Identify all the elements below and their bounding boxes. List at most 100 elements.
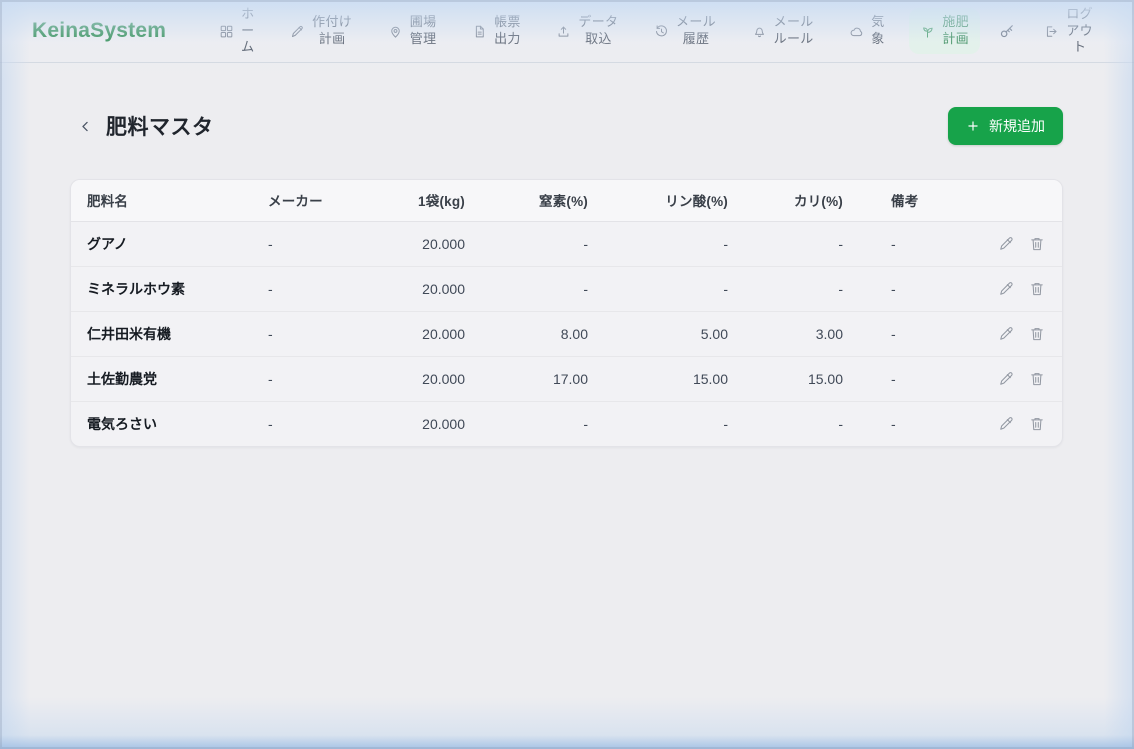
chevron-left-icon (78, 119, 93, 134)
trash-icon (1028, 370, 1046, 388)
nav-item-mail-rules[interactable]: メール ルール (741, 8, 825, 54)
fertilizer-table-card: 肥料名 メーカー 1袋(kg) 窒素(%) リン酸(%) カリ(%) 備考 グア… (70, 179, 1063, 447)
cell-phosphate: - (604, 401, 744, 446)
cell-bag-kg: 20.000 (362, 221, 481, 266)
cell-fertilizer-name: グアノ (71, 221, 252, 266)
nav-item-label: 帳票 出力 (494, 14, 521, 48)
column-header (958, 180, 1062, 221)
column-header: リン酸(%) (604, 180, 744, 221)
pencil-icon (997, 280, 1015, 298)
cell-fertilizer-name: 土佐勤農党 (71, 356, 252, 401)
nav-item-home[interactable]: ホ ー ム (208, 0, 265, 62)
app-header: KeinaSystem ホ ー ム 作付け 計画 圃場 管理 帳票 出力 データ… (0, 0, 1134, 63)
pencil-icon (290, 24, 305, 39)
nav-item-key[interactable] (994, 16, 1020, 46)
nav-item-label: メール ルール (774, 14, 814, 48)
cell-bag-kg: 20.000 (362, 401, 481, 446)
table-row: 仁井田米有機 - 20.000 8.00 5.00 3.00 - (71, 311, 1062, 356)
table-row: 土佐勤農党 - 20.000 17.00 15.00 15.00 - (71, 356, 1062, 401)
nav-item-field-management[interactable]: 圃場 管理 (377, 8, 448, 54)
nav-item-logout[interactable]: ログ アウ ト (1033, 0, 1104, 62)
nav-item-report-output[interactable]: 帳票 出力 (461, 8, 532, 54)
main-nav: ホ ー ム 作付け 計画 圃場 管理 帳票 出力 データ 取込 メール 履歴 メ… (208, 0, 1104, 62)
edit-row-button[interactable] (997, 415, 1015, 433)
nav-item-label: 作付け 計画 (312, 14, 352, 48)
delete-row-button[interactable] (1028, 325, 1046, 343)
nav-item-planting-plan[interactable]: 作付け 計画 (279, 8, 363, 54)
cell-actions (958, 311, 1062, 356)
nav-item-label: ホ ー ム (241, 6, 254, 57)
back-button[interactable] (72, 113, 98, 139)
history-icon (654, 24, 669, 39)
page-head: 肥料マスタ 新規追加 (70, 97, 1063, 155)
trash-icon (1028, 415, 1046, 433)
cell-fertilizer-name: 電気ろさい (71, 401, 252, 446)
add-new-button-label: 新規追加 (989, 116, 1045, 136)
cell-potassium: - (744, 221, 859, 266)
cell-nitrogen: 17.00 (481, 356, 604, 401)
brand-logo[interactable]: KeinaSystem (32, 19, 166, 43)
delete-row-button[interactable] (1028, 370, 1046, 388)
cell-actions (958, 221, 1062, 266)
nav-item-fertilization-plan[interactable]: 施肥 計画 (909, 8, 980, 54)
cell-bag-kg: 20.000 (362, 356, 481, 401)
delete-row-button[interactable] (1028, 280, 1046, 298)
upload-icon (556, 24, 571, 39)
nav-item-label: 施肥 計画 (942, 14, 969, 48)
nav-item-data-import[interactable]: データ 取込 (545, 8, 629, 54)
nav-item-label: ログ アウ ト (1066, 6, 1093, 57)
cell-note: - (859, 356, 958, 401)
nav-item-mail-history[interactable]: メール 履歴 (643, 8, 727, 54)
nav-item-label: データ 取込 (578, 14, 618, 48)
cell-nitrogen: 8.00 (481, 311, 604, 356)
cell-bag-kg: 20.000 (362, 266, 481, 311)
delete-row-button[interactable] (1028, 415, 1046, 433)
cell-phosphate: 5.00 (604, 311, 744, 356)
pencil-icon (997, 415, 1015, 433)
nav-item-weather[interactable]: 気 象 (838, 8, 895, 54)
trash-icon (1028, 280, 1046, 298)
table-row: ミネラルホウ素 - 20.000 - - - - (71, 266, 1062, 311)
cell-nitrogen: - (481, 221, 604, 266)
cell-nitrogen: - (481, 401, 604, 446)
cell-maker: - (252, 266, 362, 311)
pencil-icon (997, 370, 1015, 388)
cell-potassium: - (744, 266, 859, 311)
table-row: グアノ - 20.000 - - - - (71, 221, 1062, 266)
table-header-row: 肥料名 メーカー 1袋(kg) 窒素(%) リン酸(%) カリ(%) 備考 (71, 180, 1062, 221)
cell-potassium: 15.00 (744, 356, 859, 401)
column-header: メーカー (252, 180, 362, 221)
column-header: 窒素(%) (481, 180, 604, 221)
edit-row-button[interactable] (997, 370, 1015, 388)
cell-fertilizer-name: ミネラルホウ素 (71, 266, 252, 311)
column-header: 備考 (859, 180, 958, 221)
edit-row-button[interactable] (997, 235, 1015, 253)
cell-note: - (859, 266, 958, 311)
cell-maker: - (252, 356, 362, 401)
column-header: 肥料名 (71, 180, 252, 221)
cell-maker: - (252, 221, 362, 266)
cell-phosphate: 15.00 (604, 356, 744, 401)
grid-icon (219, 24, 234, 39)
cell-actions (958, 266, 1062, 311)
trash-icon (1028, 325, 1046, 343)
delete-row-button[interactable] (1028, 235, 1046, 253)
cell-fertilizer-name: 仁井田米有機 (71, 311, 252, 356)
sprout-icon (920, 24, 935, 39)
cell-nitrogen: - (481, 266, 604, 311)
nav-item-label: 圃場 管理 (410, 14, 437, 48)
fertilizer-table: 肥料名 メーカー 1袋(kg) 窒素(%) リン酸(%) カリ(%) 備考 グア… (71, 180, 1062, 446)
document-icon (472, 24, 487, 39)
edit-row-button[interactable] (997, 325, 1015, 343)
map-pin-icon (388, 24, 403, 39)
nav-item-label: 気 象 (871, 14, 884, 48)
cell-potassium: - (744, 401, 859, 446)
add-new-button[interactable]: 新規追加 (948, 107, 1063, 145)
plus-icon (966, 119, 980, 133)
cell-note: - (859, 401, 958, 446)
edit-row-button[interactable] (997, 280, 1015, 298)
column-header: 1袋(kg) (362, 180, 481, 221)
cell-note: - (859, 221, 958, 266)
cell-actions (958, 401, 1062, 446)
nav-item-label: メール 履歴 (676, 14, 716, 48)
